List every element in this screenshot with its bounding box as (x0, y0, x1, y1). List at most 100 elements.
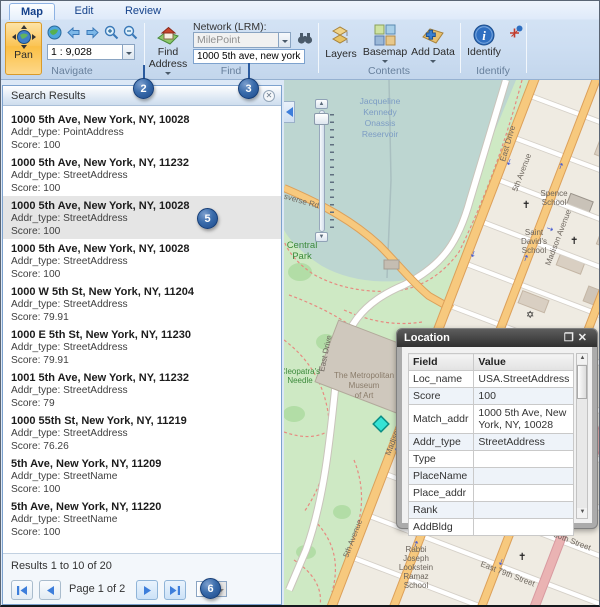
table-row: Score100 (409, 388, 574, 405)
svg-text:Onassis: Onassis (365, 118, 396, 128)
find-address-input[interactable] (193, 49, 305, 64)
location-popup-titlebar[interactable]: Location ❐✕ (397, 329, 597, 347)
result-addr-type: Addr_type: StreetAddress (11, 170, 281, 183)
result-score: Score: 79.91 (11, 312, 281, 325)
add-data-label: Add Data (411, 47, 455, 58)
close-icon[interactable]: ✕ (263, 90, 275, 102)
result-score: Score: 79 (11, 398, 281, 411)
identify-options-button[interactable] (508, 25, 523, 40)
zoom-slider-up-button[interactable]: ▲ (315, 99, 328, 109)
callout-badge-6: 6 (200, 578, 221, 599)
basemap-label: Basemap (363, 47, 407, 58)
close-icon[interactable]: ✕ (578, 332, 591, 344)
column-header-value: Value (474, 354, 574, 371)
chevron-down-icon (126, 52, 132, 55)
svg-text:Park: Park (292, 251, 312, 262)
last-page-icon (170, 586, 180, 595)
last-page-button[interactable] (164, 580, 186, 600)
next-page-button[interactable] (136, 580, 158, 600)
result-address: 5th Ave, New York, NY, 11220 (11, 501, 281, 514)
result-address: 1001 5th Ave, New York, NY, 11232 (11, 372, 281, 385)
layers-icon (329, 24, 353, 48)
add-data-icon (421, 24, 445, 46)
result-item[interactable]: 1001 5th Ave, New York, NY, 11232Addr_ty… (3, 368, 281, 411)
zoom-in-button[interactable] (104, 25, 121, 41)
result-item[interactable]: 1000 5th Ave, New York, NY, 10028Addr_ty… (3, 239, 281, 282)
arrow-left-icon (66, 25, 81, 40)
tab-map[interactable]: Map (9, 3, 55, 20)
next-extent-button[interactable] (85, 25, 102, 41)
zoom-slider-down-button[interactable]: ▼ (315, 232, 328, 242)
scale-dropdown-button[interactable] (122, 44, 135, 60)
result-item[interactable]: 5th Ave, New York, NY, 11209Addr_type: S… (3, 454, 281, 497)
svg-text:Lookstein: Lookstein (399, 563, 433, 572)
chevron-down-icon (282, 40, 288, 43)
full-extent-button[interactable] (47, 25, 64, 41)
location-popup-title: Location (404, 332, 450, 344)
result-address: 1000 5th Ave, New York, NY, 10028 (11, 114, 281, 127)
svg-text:School: School (542, 198, 567, 207)
svg-text:Reservoir: Reservoir (362, 129, 399, 139)
popup-scrollbar[interactable]: ▲ ▼ (576, 353, 588, 519)
result-addr-type: Addr_type: StreetAddress (11, 256, 281, 269)
table-row: Type (409, 451, 574, 468)
svg-text:✝: ✝ (518, 552, 526, 563)
result-item[interactable]: 5th Ave, New York, NY, 11220Addr_type: S… (3, 497, 281, 540)
result-address: 5th Ave, New York, NY, 11209 (11, 458, 281, 471)
result-item[interactable]: 1000 55th St, New York, NY, 11219Addr_ty… (3, 411, 281, 454)
scale-combobox[interactable] (47, 44, 135, 60)
basemap-icon (374, 24, 396, 46)
scroll-down-icon[interactable]: ▼ (577, 508, 587, 518)
result-address: 1000 W 5th St, New York, NY, 11204 (11, 286, 281, 299)
callout-stem (143, 65, 145, 79)
network-value: MilePoint (193, 32, 278, 48)
zoom-in-icon (104, 25, 119, 40)
svg-text:✝: ✝ (570, 236, 578, 247)
scale-input[interactable] (47, 44, 122, 60)
svg-text:Spence: Spence (540, 189, 568, 198)
chevron-left-icon (286, 107, 293, 117)
chevron-down-icon (382, 60, 388, 63)
svg-text:Ramaz: Ramaz (403, 572, 428, 581)
result-item-selected[interactable]: 1000 5th Ave, New York, NY, 10028Addr_ty… (3, 196, 281, 239)
svg-text:Rabbi: Rabbi (406, 545, 427, 554)
pan-icon (12, 25, 36, 49)
first-page-button[interactable] (11, 580, 33, 600)
result-item[interactable]: 1000 5th Ave, New York, NY, 11232Addr_ty… (3, 153, 281, 196)
svg-text:Needle: Needle (287, 376, 313, 385)
result-item[interactable]: 1000 5th Ave, New York, NY, 10028Addr_ty… (3, 110, 281, 153)
panel-collapse-button[interactable] (284, 101, 295, 123)
callout-stem (248, 63, 250, 79)
table-row: Loc_nameUSA.StreetAddress (409, 371, 574, 388)
table-row: PlaceName (409, 468, 574, 485)
scroll-up-icon[interactable]: ▲ (577, 354, 587, 364)
search-locator-button[interactable] (297, 31, 313, 46)
result-item[interactable]: 1000 E 5th St, New York, NY, 11230Addr_t… (3, 325, 281, 368)
tab-edit[interactable]: Edit (61, 3, 107, 20)
result-score: Score: 100 (11, 269, 281, 282)
callout-badge-3: 3 (238, 78, 259, 99)
svg-text:School: School (404, 581, 429, 590)
network-combobox[interactable]: MilePoint (193, 32, 291, 48)
zoom-out-button[interactable] (123, 25, 138, 41)
results-footer: Results 1 to 10 of 20 Page 1 of 2 1 (3, 553, 281, 604)
previous-extent-button[interactable] (66, 25, 83, 41)
result-item[interactable]: 1000 W 5th St, New York, NY, 11204Addr_t… (3, 282, 281, 325)
table-row: AddBldg (409, 519, 574, 536)
svg-text:Kennedy: Kennedy (363, 107, 397, 117)
app-window: Map Edit Review Pan (0, 0, 600, 607)
find-address-icon (156, 24, 180, 46)
maximize-icon[interactable]: ❐ (564, 332, 578, 344)
zoom-slider-track[interactable] (319, 110, 325, 232)
svg-text:Joseph: Joseph (403, 554, 429, 563)
binoculars-icon (297, 31, 313, 46)
find-group-label: Find (146, 65, 316, 77)
result-addr-type: Addr_type: StreetAddress (11, 342, 281, 355)
tab-review[interactable]: Review (115, 3, 171, 20)
network-dropdown-button[interactable] (278, 32, 291, 48)
scrollbar-thumb[interactable] (577, 365, 587, 399)
zoom-slider-thumb[interactable] (314, 113, 329, 125)
result-addr-type: Addr_type: PointAddress (11, 127, 281, 140)
previous-page-button[interactable] (39, 580, 61, 600)
navigate-group-label: Navigate (3, 65, 141, 77)
